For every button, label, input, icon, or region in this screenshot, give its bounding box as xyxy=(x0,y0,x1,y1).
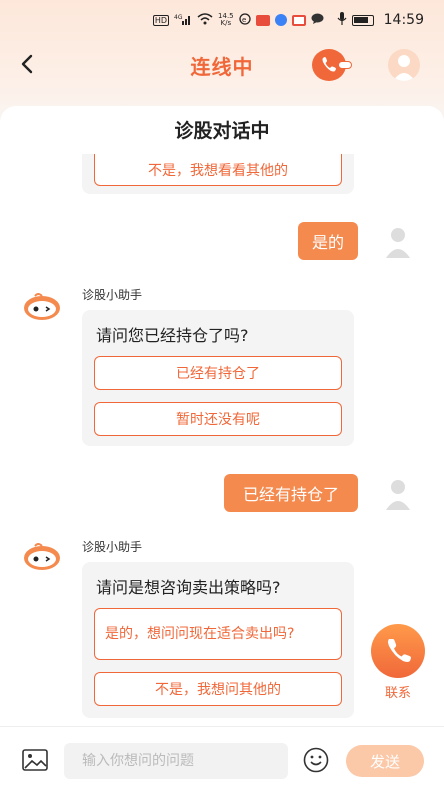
app-icon-blue xyxy=(274,14,287,26)
user-avatar-icon xyxy=(386,480,410,510)
user-avatar xyxy=(380,222,416,258)
avatar[interactable] xyxy=(388,49,420,81)
option-button[interactable]: 是的，想问问现在适合卖出吗? xyxy=(94,608,342,660)
image-icon xyxy=(22,749,48,771)
page-title: 连线中 xyxy=(190,54,254,79)
bot-name: 诊股小助手 xyxy=(82,540,143,554)
app-header: 连线中 xyxy=(0,40,444,90)
bot-avatar xyxy=(22,542,62,572)
app-icon-orange xyxy=(291,14,306,26)
composer-bar: 发送 xyxy=(0,726,444,794)
bot-face-icon xyxy=(24,293,60,320)
nfc-icon: e xyxy=(238,12,251,28)
user-avatar xyxy=(380,474,416,510)
bot-question: 请问是想咨询卖出策略吗? xyxy=(96,578,281,597)
battery-icon xyxy=(351,14,374,26)
user-avatar-icon xyxy=(386,228,410,258)
option-button[interactable]: 不是，我想问其他的 xyxy=(94,672,342,706)
option-button[interactable]: 暂时还没有呢 xyxy=(94,402,342,436)
hd-icon: HD xyxy=(152,14,170,26)
back-button[interactable] xyxy=(16,52,40,76)
user-message-bubble: 已经有持仓了 xyxy=(224,474,358,512)
status-icons: HD 4G 14.5 K/s e xyxy=(152,12,374,28)
bot-name: 诊股小助手 xyxy=(82,288,143,302)
bot-avatar xyxy=(22,292,62,322)
bot-face-icon xyxy=(24,543,60,570)
bot-question: 请问您已经持仓了吗? xyxy=(96,326,249,345)
phone-icon xyxy=(388,639,411,662)
smiley-icon xyxy=(303,747,329,773)
app-icon-red xyxy=(255,14,270,26)
contact-circle xyxy=(371,624,425,678)
video-call-button[interactable] xyxy=(312,49,352,81)
mic-icon xyxy=(337,12,347,28)
bot-message: 请问是想咨询卖出策略吗? 是的，想问问现在适合卖出吗? 不是，我想问其他的 xyxy=(82,562,354,718)
image-upload-button[interactable] xyxy=(22,749,48,771)
net-speed: 14.5 K/s xyxy=(218,12,234,27)
camera-badge xyxy=(338,61,352,69)
option-button[interactable]: 已经有持仓了 xyxy=(94,356,342,390)
message-input[interactable] xyxy=(64,743,288,779)
signal-icon: 4G xyxy=(174,13,192,28)
chat-icon xyxy=(311,13,324,28)
emoji-button[interactable] xyxy=(303,747,329,773)
status-bar: HD 4G 14.5 K/s e 14:59 xyxy=(0,0,444,40)
option-button[interactable]: 不是，我想看看其他的 xyxy=(94,154,342,186)
svg-text:4G: 4G xyxy=(174,14,183,21)
user-silhouette-icon xyxy=(393,55,415,81)
bot-message: 请问您已经持仓了吗? 已经有持仓了 暂时还没有呢 xyxy=(82,310,354,446)
svg-text:e: e xyxy=(242,16,246,24)
wifi-icon xyxy=(197,12,213,28)
send-button[interactable]: 发送 xyxy=(346,745,424,777)
chevron-left-icon xyxy=(21,54,33,74)
status-time: 14:59 xyxy=(383,12,424,28)
contact-float-button[interactable]: 联系 xyxy=(370,624,426,701)
chat-title: 诊股对话中 xyxy=(174,120,270,142)
user-message-bubble: 是的 xyxy=(298,222,358,260)
bot-message-partial: 不是，我想看看其他的 xyxy=(82,154,354,194)
contact-label: 联系 xyxy=(384,686,411,701)
